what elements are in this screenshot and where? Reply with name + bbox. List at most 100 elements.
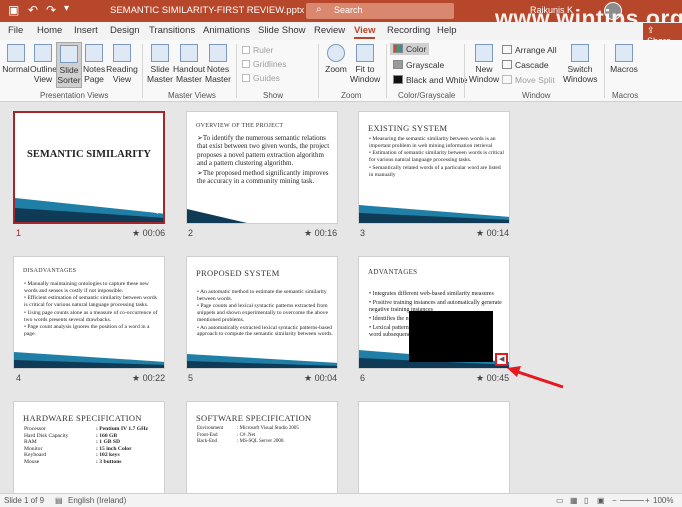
color-button[interactable]: Color [390,43,430,55]
outline-view-label: Outline View [30,64,57,84]
spec-key: Keyboard [24,452,47,459]
slide-master-button[interactable]: Slide Master [147,44,173,84]
zoom-level[interactable]: 100% [653,496,673,505]
normal-view-icon[interactable]: ▭ [556,496,564,505]
search-box[interactable]: ⌕ Search [306,3,454,19]
slide-thumbnail-2[interactable]: OVERVIEW OF THE PROJECT ➢To identify the… [186,111,338,224]
slide-sorter-button[interactable]: Slide Sorter [56,42,82,88]
spec-key: RAM [24,439,37,446]
tab-home[interactable]: Home [37,25,62,36]
outline-view-button[interactable]: Outline View [30,44,57,84]
tab-animations[interactable]: Animations [203,25,250,36]
handout-master-label: Handout Master [173,64,206,84]
normal-view-button[interactable]: Normal [2,44,30,74]
slide-sorter-icon[interactable]: ▦ [570,496,578,505]
gridlines-checkbox[interactable]: Gridlines [242,59,287,69]
customize-quick-access-icon[interactable]: ▾ [64,3,69,14]
slide-thumbnail-4[interactable]: DISADVANTAGES • Manually maintaining ont… [13,256,165,369]
zoom-in-icon[interactable]: + [645,496,650,505]
reading-view-icon [113,44,131,62]
tab-design[interactable]: Design [110,25,140,36]
group-label-master-views: Master Views [168,91,216,100]
zoom-out-icon[interactable]: − [612,496,617,505]
tab-transitions[interactable]: Transitions [149,25,195,36]
speaker-icon: ◀ [499,356,505,363]
spec-value: : 15 inch Color [96,445,132,452]
ruler-checkbox[interactable]: Ruler [242,45,273,55]
slideshow-icon[interactable]: ▣ [597,496,605,505]
tab-recording[interactable]: Recording [387,25,430,36]
macros-button[interactable]: Macros [609,44,639,74]
fit-to-window-icon [356,44,374,62]
slide-body: • Measuring the semantic similarity betw… [369,136,505,179]
fit-to-window-button[interactable]: Fit to Window [350,44,380,84]
spec-value: : 1 GB SD [96,439,121,446]
group-label-presentation-views: Presentation Views [40,91,109,100]
save-icon[interactable]: ▣ [8,3,19,17]
share-icon: ⇪ [647,25,655,35]
slide-thumbnail-5[interactable]: PROPOSED SYSTEM • An automatic method to… [186,256,338,369]
tab-help[interactable]: Help [437,25,457,36]
guides-checkbox[interactable]: Guides [242,73,280,83]
slide-bullet: • Page counts and lexical syntactic patt… [197,303,328,323]
spec-value: : MS-SQL Server 2000. [237,439,285,445]
tab-review[interactable]: Review [314,25,345,36]
ribbon-tabs: File Home Insert Design Transitions Anim… [0,22,682,48]
zoom-slider[interactable] [620,500,644,501]
arrange-all-label: Arrange All [515,45,557,55]
cascade-button[interactable]: Cascade [502,60,549,70]
reading-view-icon[interactable]: ▯ [584,496,588,505]
slide-bullet: • Estimation of semantic similarity betw… [369,150,504,164]
handout-master-icon [180,44,198,62]
spellcheck-icon[interactable]: ▤ [55,496,63,505]
slide-bullet: • Efficient estimation of semantic simil… [24,295,157,309]
slide-title: SOFTWARE SPECIFICATION [196,413,312,423]
spec-key: Back-End [197,439,217,445]
slide-title: EXISTING SYSTEM [368,123,448,133]
slide-bullet: ➢To identify the numerous semantic relat… [197,134,330,168]
undo-icon[interactable]: ↶ [28,3,38,17]
redo-icon[interactable]: ↷ [46,3,56,17]
slide-decoration [187,354,337,368]
slide-timing: ★ 00:04 [304,373,337,384]
switch-windows-button[interactable]: Switch Windows [563,44,597,84]
reading-view-button[interactable]: Reading View [106,44,138,84]
video-placeholder[interactable] [409,311,493,362]
slide-thumbnail-3[interactable]: EXISTING SYSTEM • Measuring the semantic… [358,111,510,224]
grayscale-button[interactable]: Grayscale [393,60,444,70]
slide-thumbnail-8[interactable]: SOFTWARE SPECIFICATION Environment: Micr… [186,401,338,493]
separator [386,44,387,98]
black-and-white-button[interactable]: Black and White [393,75,467,85]
language-indicator[interactable]: English (Ireland) [68,496,126,505]
slide-number: 6 [360,373,366,383]
slide-thumbnail-9[interactable] [358,401,510,493]
tab-file[interactable]: File [8,25,23,36]
notes-master-icon [209,44,227,62]
slide-decoration [187,209,247,223]
separator [604,44,605,98]
new-window-button[interactable]: New Window [468,44,500,84]
slide-thumbnail-6[interactable]: ADVANTAGES • Integrates different web-ba… [358,256,510,369]
slide-thumbnail-1[interactable]: SEMANTIC SIMILARITY ◀ [13,111,165,224]
status-bar: Slide 1 of 9 ▤ English (Ireland) ▭ ▦ ▯ ▣… [0,493,682,507]
slide-thumbnail-7[interactable]: HARDWARE SPECIFICATION Processor: Pentiu… [13,401,165,493]
spec-value: : C# .Net [237,432,256,438]
slide-title: HARDWARE SPECIFICATION [23,413,142,423]
spec-value: : 160 GB [96,432,118,439]
group-label-macros: Macros [612,91,639,100]
spec-row: Keyboard: 102 keys [24,452,148,459]
tab-view[interactable]: View [354,25,376,39]
tab-slide-show[interactable]: Slide Show [258,25,306,36]
move-split-label: Move Split [515,75,555,85]
move-split-button[interactable]: Move Split [502,75,555,85]
handout-master-button[interactable]: Handout Master [173,44,205,84]
tab-insert[interactable]: Insert [74,25,98,36]
slide-sorter-icon [60,45,78,63]
zoom-button[interactable]: Zoom [322,44,350,74]
notes-master-button[interactable]: Notes Master [205,44,231,84]
notes-page-button[interactable]: Notes Page [83,44,105,84]
slide-time: 00:04 [314,373,338,383]
group-label-window: Window [522,91,551,100]
arrange-all-button[interactable]: Arrange All [502,45,557,55]
black-white-swatch-icon [393,75,403,84]
